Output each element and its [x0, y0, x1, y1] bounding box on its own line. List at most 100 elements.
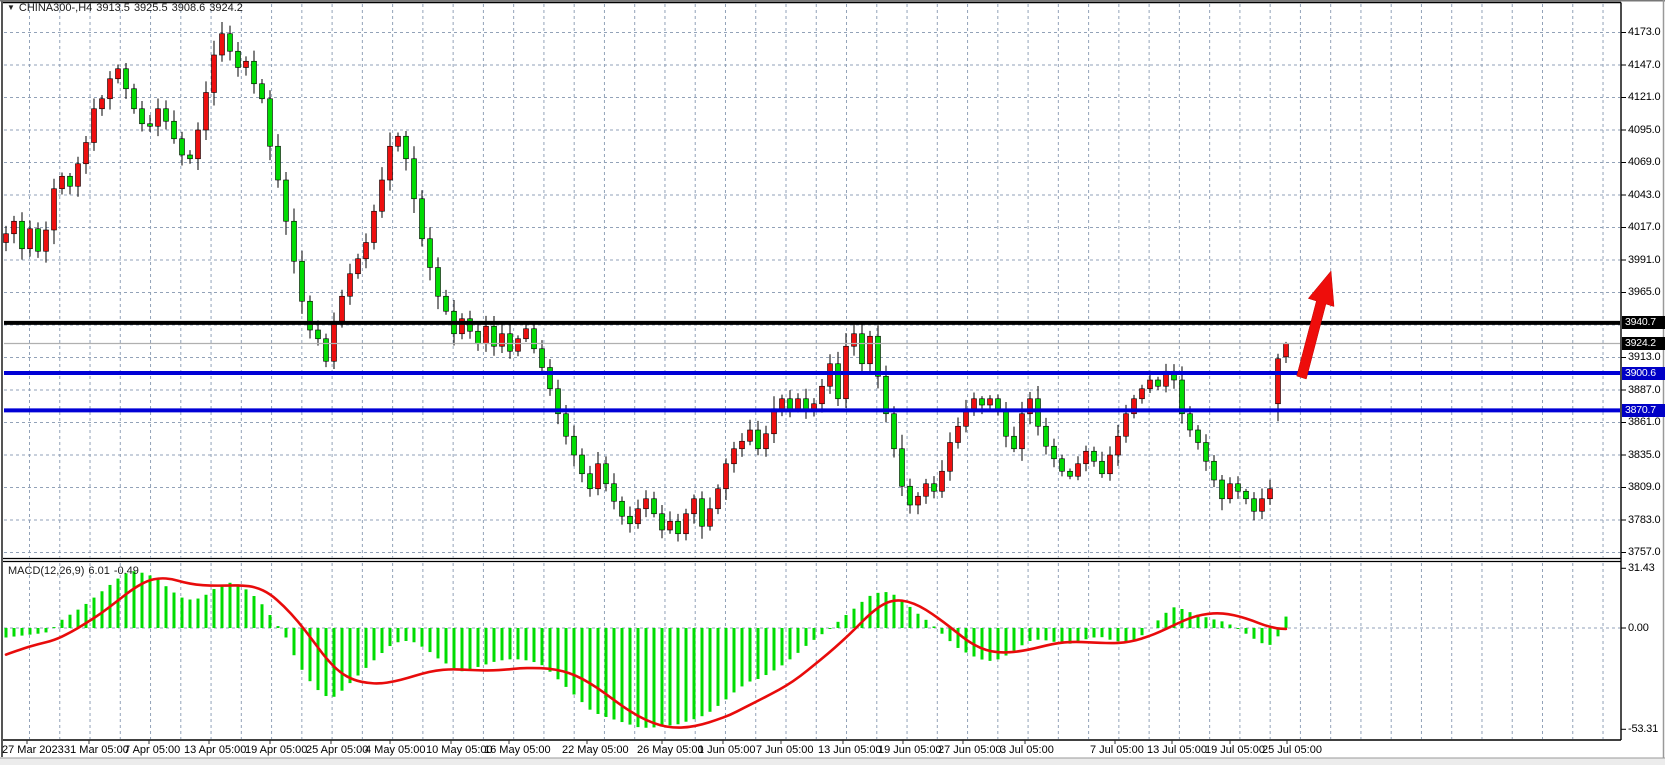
macd-bar — [461, 628, 464, 671]
ohlc-open: 3913.5 — [96, 2, 130, 14]
bull-candle — [708, 509, 713, 527]
bull-candle — [220, 34, 225, 55]
macd-bar — [573, 628, 576, 695]
macd-bar — [29, 628, 32, 635]
macd-bar — [701, 628, 704, 716]
macd-bar — [221, 585, 224, 628]
macd-bar — [77, 610, 80, 628]
bear-candle — [612, 484, 617, 502]
bear-candle — [436, 268, 441, 297]
macd-bar — [845, 615, 848, 628]
bull-candle — [772, 409, 777, 434]
date-label: 26 May 05:00 — [637, 744, 704, 756]
macd-bar — [149, 575, 152, 628]
bull-candle — [852, 334, 857, 347]
price-axis-label: 3991.0 — [1628, 254, 1660, 267]
bull-candle — [76, 164, 81, 187]
bull-candle — [100, 99, 105, 109]
macd-bar — [637, 628, 640, 727]
bull-candle — [692, 499, 697, 514]
bear-candle — [628, 516, 633, 524]
bear-candle — [476, 331, 481, 344]
time-axis[interactable]: 27 Mar 202331 Mar 05:007 Apr 05:0013 Apr… — [0, 740, 1665, 758]
macd-bar — [325, 628, 328, 696]
bull-candle — [244, 61, 249, 67]
bull-candle — [332, 321, 337, 361]
macd-bar — [245, 589, 248, 628]
bear-candle — [124, 69, 129, 89]
bear-candle — [132, 89, 137, 109]
bull-candle — [60, 176, 65, 189]
macd-bar — [749, 628, 752, 682]
bull-candle — [1076, 464, 1081, 477]
macd-axis-label: 31.43 — [1628, 562, 1655, 575]
macd-bar — [605, 628, 608, 717]
macd-bar — [45, 628, 48, 632]
date-label: 7 Jun 05:00 — [756, 744, 814, 756]
price-axis-label: 3835.0 — [1628, 449, 1660, 462]
bear-candle — [876, 336, 881, 376]
bull-candle — [1148, 380, 1153, 389]
bear-candle — [1156, 380, 1161, 386]
macd-bar — [405, 628, 408, 641]
bear-candle — [700, 499, 705, 527]
bear-candle — [1188, 414, 1193, 430]
date-label: 7 Apr 05:00 — [124, 744, 180, 756]
date-label: 4 May 05:00 — [365, 744, 426, 756]
bear-candle — [1252, 499, 1257, 512]
macd-bar — [829, 628, 832, 629]
symbol-dropdown-icon[interactable]: ▼ — [7, 3, 15, 12]
bear-candle — [1100, 461, 1105, 474]
macd-bar — [141, 573, 144, 628]
window-bottom-strip — [0, 759, 1665, 765]
macd-bar — [1237, 628, 1240, 629]
bull-candle — [740, 441, 745, 449]
macd-bar — [909, 607, 912, 628]
bear-candle — [508, 334, 513, 352]
bear-candle — [756, 430, 761, 449]
macd-bar — [941, 628, 944, 634]
bear-candle — [564, 414, 569, 437]
macd-bar — [709, 628, 712, 712]
macd-bar — [725, 628, 728, 699]
date-label: 16 May 05:00 — [484, 744, 551, 756]
bull-candle — [1084, 451, 1089, 464]
ohlc-low: 3908.6 — [172, 2, 206, 14]
bull-candle — [1140, 389, 1145, 399]
bear-candle — [588, 474, 593, 489]
macd-bar — [69, 615, 72, 628]
macd-bar — [53, 627, 56, 628]
date-label: 25 Apr 05:00 — [306, 744, 368, 756]
bear-candle — [1044, 426, 1049, 446]
macd-bar — [565, 628, 568, 687]
bull-candle — [380, 180, 385, 211]
bull-candle — [916, 496, 921, 505]
bull-candle — [92, 109, 97, 143]
chart-window: ▼CHINA300-,H43913.53925.53908.63924.2 MA… — [0, 0, 1665, 765]
bear-candle — [292, 221, 297, 261]
bull-candle — [108, 79, 113, 99]
macd-bar — [349, 628, 352, 683]
date-label: 1 Jun 05:00 — [698, 744, 756, 756]
macd-bar — [685, 628, 688, 722]
bull-candle — [28, 229, 33, 249]
bear-candle — [428, 239, 433, 268]
bear-candle — [164, 109, 169, 122]
bull-candle — [796, 399, 801, 409]
macd-signal-value: -0.49 — [114, 565, 139, 577]
bear-candle — [540, 349, 545, 368]
bear-candle — [908, 486, 913, 505]
bull-candle — [636, 509, 641, 524]
resistance-price-tag: 3940.7 — [1622, 316, 1665, 329]
macd-bar — [517, 628, 520, 659]
bear-candle — [188, 155, 193, 159]
macd-bar — [1285, 617, 1288, 628]
macd-bar — [397, 628, 400, 642]
bull-candle — [644, 499, 649, 509]
bear-candle — [308, 301, 313, 330]
chart-canvas[interactable] — [0, 0, 1665, 765]
bear-candle — [1092, 451, 1097, 461]
macd-bar — [357, 628, 360, 676]
macd-bar — [589, 628, 592, 710]
bear-candle — [604, 464, 609, 484]
